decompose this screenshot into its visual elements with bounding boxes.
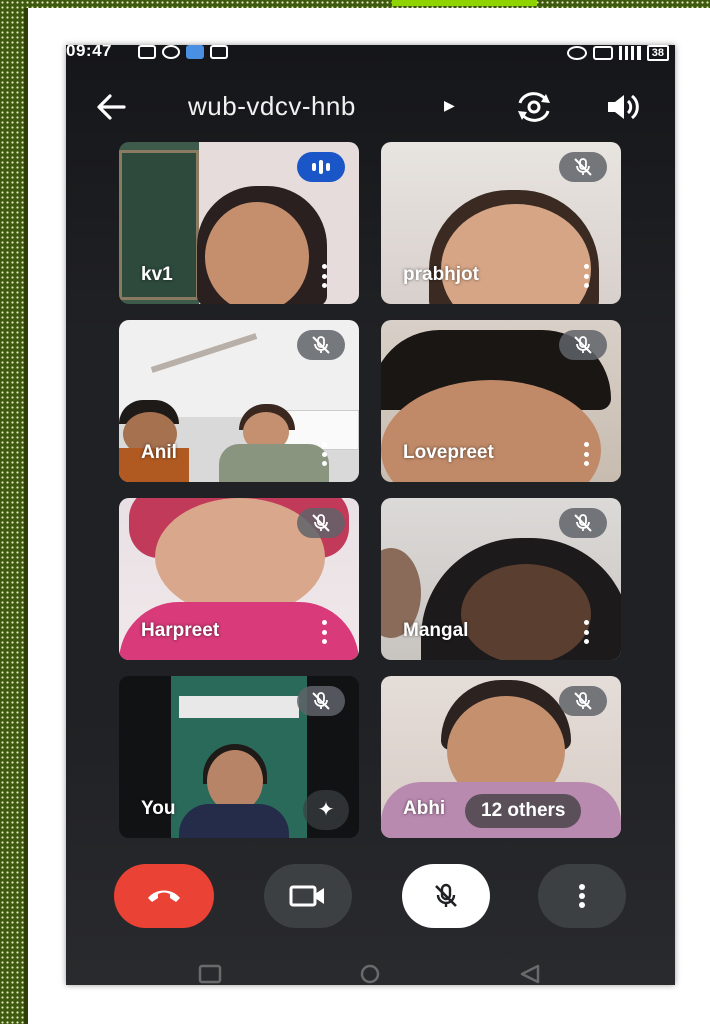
mic-off-indicator — [559, 152, 607, 182]
window — [179, 696, 299, 718]
back-button[interactable] — [92, 89, 132, 125]
notification-icon — [138, 45, 156, 59]
mic-off-icon — [574, 514, 592, 532]
home-icon — [360, 964, 380, 984]
others-count[interactable]: 12 others — [465, 794, 582, 828]
notification-icons — [138, 45, 228, 59]
participant-name: prabhjot — [403, 264, 479, 285]
face — [207, 750, 263, 812]
data-icon — [592, 46, 613, 60]
participant-tile[interactable]: Harpreet — [119, 498, 359, 660]
phone-screen: 09:47 38 wub-vdcv-hnb ▶ kv1 prabhjot Ani… — [66, 45, 675, 985]
mic-off-indicator — [297, 686, 345, 716]
participant-tile[interactable]: kv1 — [119, 142, 359, 304]
mic-off-indicator — [559, 330, 607, 360]
participant-name: Mangal — [403, 620, 469, 641]
clothing — [179, 804, 289, 838]
caret-right-icon[interactable]: ▶ — [444, 97, 455, 114]
whatsapp-icon — [162, 45, 180, 59]
sparkle-icon: ✦ — [317, 799, 335, 821]
more-vert-icon[interactable] — [319, 264, 329, 288]
system-nav-bar — [66, 960, 675, 985]
participant-name: You — [141, 798, 176, 819]
effects-button[interactable]: ✦ — [303, 790, 349, 830]
face — [461, 564, 591, 660]
mic-off-indicator — [297, 508, 345, 538]
mic-off-icon — [574, 158, 592, 176]
face — [205, 202, 309, 304]
participant-name: kv1 — [141, 264, 173, 285]
more-vert-icon[interactable] — [319, 620, 329, 644]
more-vert-icon — [579, 884, 585, 908]
mic-button[interactable] — [402, 864, 490, 928]
speaking-indicator — [297, 152, 345, 182]
video-camera-icon — [289, 885, 324, 907]
ceiling-fan — [150, 333, 258, 373]
app-icon — [186, 45, 204, 59]
clothing — [219, 444, 329, 482]
mic-off-icon — [574, 336, 592, 354]
back-nav-button[interactable] — [516, 964, 544, 985]
end-call-button[interactable] — [114, 864, 214, 928]
battery-icon: 38 — [646, 45, 669, 61]
mic-off-icon — [574, 692, 592, 710]
participant-name: Harpreet — [141, 620, 220, 641]
more-vert-icon[interactable] — [581, 620, 591, 644]
participant-tile[interactable]: Mangal — [381, 498, 621, 660]
mail-icon — [210, 45, 228, 59]
camera-button[interactable] — [264, 864, 352, 928]
mic-off-icon — [312, 336, 330, 354]
status-bar: 09:47 38 — [66, 45, 675, 63]
flip-camera-button[interactable] — [514, 87, 554, 127]
flip-camera-icon — [518, 92, 550, 122]
more-vert-icon[interactable] — [581, 442, 591, 466]
home-button[interactable] — [356, 964, 384, 985]
mic-off-icon — [435, 883, 457, 907]
end-call-icon — [148, 890, 180, 902]
speaker-icon — [608, 94, 639, 120]
triangle-back-icon — [520, 964, 540, 984]
mic-off-icon — [312, 514, 330, 532]
status-time: 09:47 — [66, 45, 112, 60]
recents-button[interactable] — [196, 964, 224, 985]
mic-off-indicator — [559, 508, 607, 538]
participant-tile[interactable]: Abhi 12 others — [381, 676, 621, 838]
meeting-code[interactable]: wub-vdcv-hnb — [188, 91, 356, 122]
signal-icon — [618, 46, 641, 60]
mic-off-indicator — [559, 686, 607, 716]
recents-icon — [198, 964, 222, 984]
more-vert-icon[interactable] — [581, 264, 591, 288]
participant-tile[interactable]: prabhjot — [381, 142, 621, 304]
more-vert-icon[interactable] — [319, 442, 329, 466]
system-icons: 38 — [566, 45, 669, 61]
self-view-tile[interactable]: You ✦ — [119, 676, 359, 838]
participant-name: Lovepreet — [403, 442, 494, 463]
more-options-button[interactable] — [538, 864, 626, 928]
participant-tile[interactable]: Anil — [119, 320, 359, 482]
call-header: wub-vdcv-hnb ▶ — [66, 85, 675, 129]
arrow-left-icon — [97, 94, 126, 120]
participant-name: Abhi — [403, 798, 446, 819]
mic-off-icon — [312, 692, 330, 710]
hotspot-icon — [566, 46, 587, 60]
decorative-strip — [392, 0, 537, 6]
mic-off-indicator — [297, 330, 345, 360]
participant-name: Anil — [141, 442, 177, 463]
speaker-button[interactable] — [602, 87, 642, 127]
call-controls — [66, 860, 675, 930]
participant-tile[interactable]: Lovepreet — [381, 320, 621, 482]
